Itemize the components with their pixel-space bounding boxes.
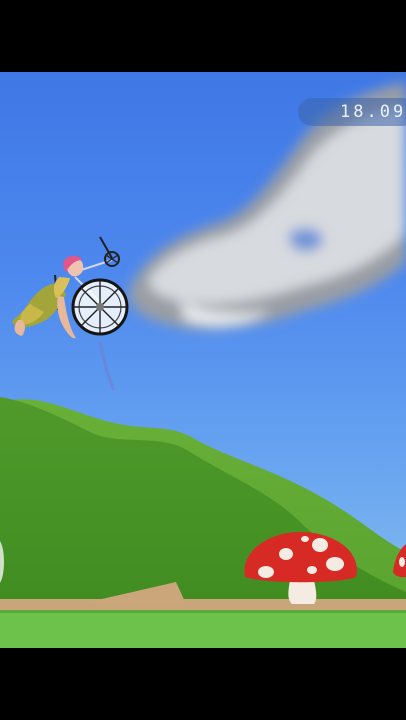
character-icon xyxy=(12,256,84,339)
player-wheelchair[interactable] xyxy=(12,236,129,391)
game-scene xyxy=(0,82,406,648)
grass-ground xyxy=(0,610,406,648)
timer-display: 18.09 xyxy=(298,98,406,126)
game-viewport[interactable]: 18.09 xyxy=(0,72,406,648)
letterbox-top xyxy=(0,0,406,72)
letterbox-bottom xyxy=(0,648,406,720)
ground-path xyxy=(0,599,406,611)
